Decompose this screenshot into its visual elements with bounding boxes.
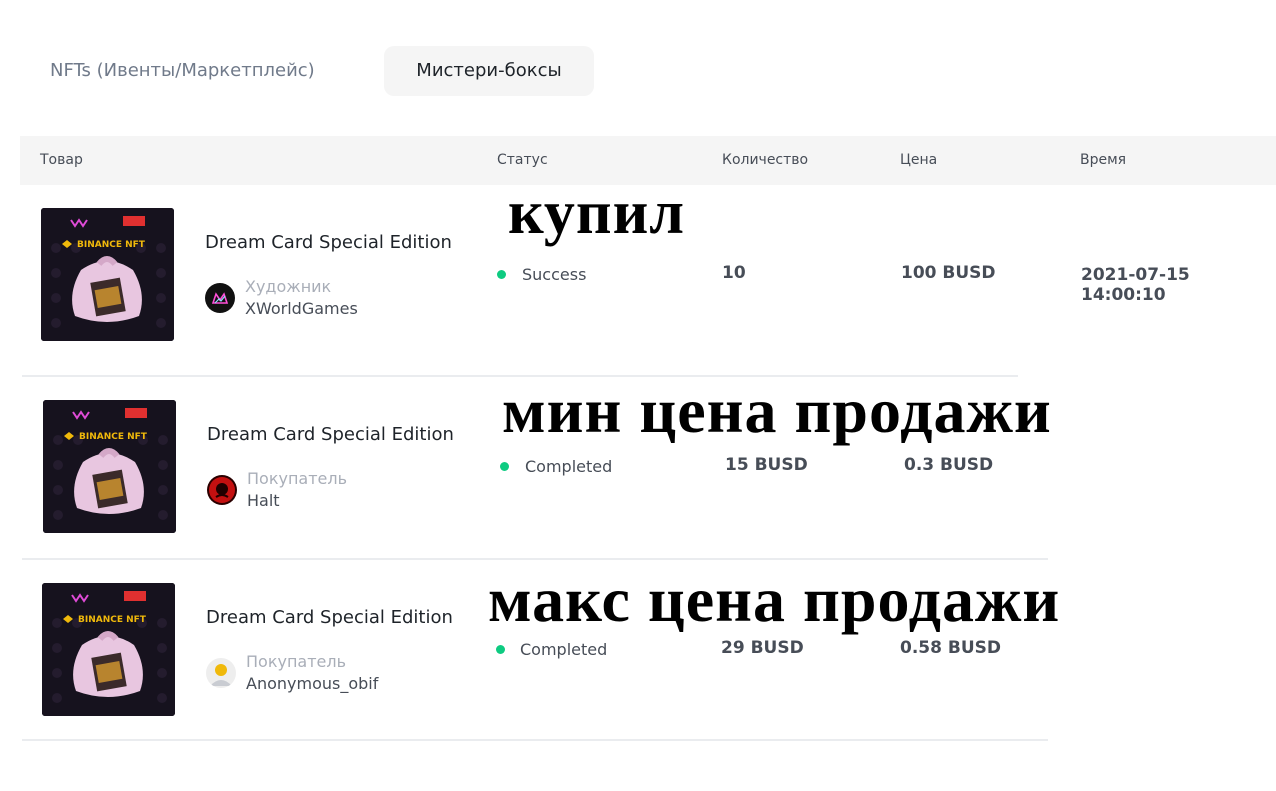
header-item: Товар [40, 152, 83, 168]
user-role: Покупатель [246, 652, 347, 671]
user-name[interactable]: Halt [247, 491, 280, 510]
mystery-box-image[interactable]: BINANCE NFT [41, 208, 174, 341]
quantity-value: 15 BUSD [725, 455, 808, 475]
user-role: Художник [245, 277, 332, 296]
row-divider [22, 558, 1048, 560]
quantity-value: 29 BUSD [721, 638, 804, 658]
header-price: Цена [900, 152, 938, 168]
item-title[interactable]: Dream Card Special Edition [207, 424, 454, 445]
user-name[interactable]: Anonymous_obif [246, 674, 378, 693]
halt-avatar [207, 475, 237, 505]
mystery-box-image[interactable]: BINANCE NFT [42, 583, 175, 716]
annotation-bought: купил [508, 179, 686, 247]
default-user-avatar [206, 658, 236, 688]
quantity-value: 10 [722, 263, 746, 283]
annotation-max-price: макс цена продажи [488, 564, 1061, 635]
thumb-brand-text: BINANCE NFT [79, 432, 148, 442]
status-text: Completed [525, 457, 613, 476]
thumb-brand-text: BINANCE NFT [78, 615, 147, 625]
status-dot [500, 462, 509, 471]
status-text: Completed [520, 640, 608, 659]
mystery-box-image[interactable]: BINANCE NFT [43, 400, 176, 533]
status-dot [497, 270, 506, 279]
item-title[interactable]: Dream Card Special Edition [206, 607, 453, 628]
annotation-min-price: мин цена продажи [502, 375, 1052, 446]
status-text: Success [522, 265, 587, 284]
header-status: Статус [497, 152, 548, 168]
user-name[interactable]: XWorldGames [245, 299, 358, 318]
thumb-brand-text: BINANCE NFT [77, 240, 146, 250]
tab-mystery-boxes[interactable]: Мистери-боксы [384, 46, 594, 96]
tab-nfts[interactable]: NFTs (Ивенты/Маркетплейс) [50, 46, 315, 96]
user-role: Покупатель [247, 469, 348, 488]
time-value: 2021-07-15 14:00:10 [1081, 265, 1190, 305]
status-dot [496, 645, 505, 654]
price-value: 100 BUSD [901, 263, 996, 283]
price-value: 0.58 BUSD [900, 638, 1001, 658]
header-quantity: Количество [722, 152, 809, 168]
xworldgames-avatar [205, 283, 235, 313]
row-divider [22, 739, 1048, 741]
price-value: 0.3 BUSD [904, 455, 994, 475]
header-time: Время [1080, 152, 1127, 168]
item-title[interactable]: Dream Card Special Edition [205, 232, 452, 253]
